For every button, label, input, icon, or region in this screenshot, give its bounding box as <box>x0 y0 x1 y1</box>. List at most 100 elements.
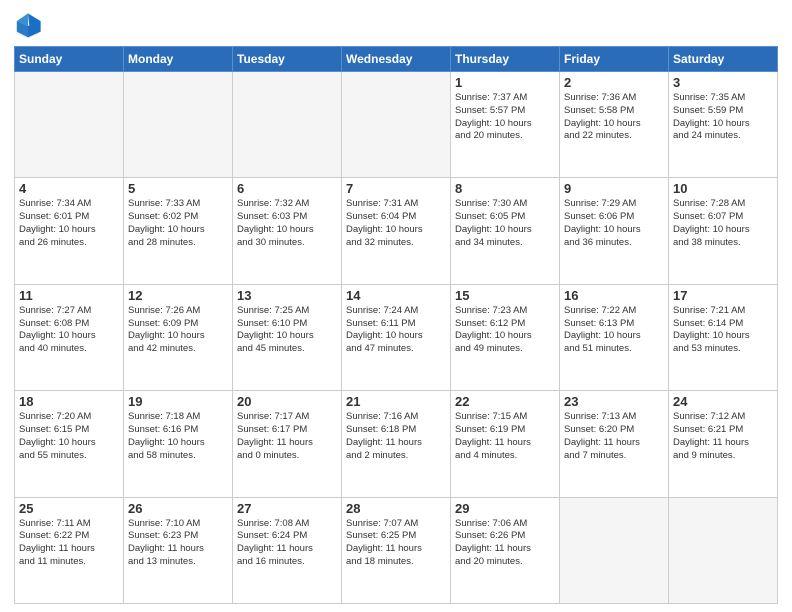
calendar-week-row: 1 Sunrise: 7:37 AM Sunset: 5:57 PM Daylig… <box>15 72 778 178</box>
calendar-cell <box>124 72 233 178</box>
calendar-cell: 9Sunrise: 7:29 AM Sunset: 6:06 PM Daylig… <box>560 178 669 284</box>
day-number: 25 <box>19 501 119 516</box>
calendar-cell: 8Sunrise: 7:30 AM Sunset: 6:05 PM Daylig… <box>451 178 560 284</box>
calendar-cell: 4 Sunrise: 7:34 AM Sunset: 6:01 PM Daylig… <box>15 178 124 284</box>
calendar-table: SundayMondayTuesdayWednesdayThursdayFrid… <box>14 46 778 604</box>
day-info: Sunrise: 7:31 AM Sunset: 6:04 PM Dayligh… <box>346 198 446 249</box>
day-number: 16 <box>564 288 664 303</box>
weekday-header-thursday: Thursday <box>451 47 560 72</box>
day-info: Sunrise: 7:29 AM Sunset: 6:06 PM Dayligh… <box>564 198 664 249</box>
day-number: 20 <box>237 394 337 409</box>
calendar-cell: 23Sunrise: 7:13 AM Sunset: 6:20 PM Dayli… <box>560 391 669 497</box>
calendar-cell: 7 Sunrise: 7:31 AM Sunset: 6:04 PM Daylig… <box>342 178 451 284</box>
day-info: Sunrise: 7:33 AM Sunset: 6:02 PM Dayligh… <box>128 198 228 249</box>
day-info: Sunrise: 7:22 AM Sunset: 6:13 PM Dayligh… <box>564 305 664 356</box>
day-number: 13 <box>237 288 337 303</box>
calendar-cell: 6 Sunrise: 7:32 AM Sunset: 6:03 PM Daylig… <box>233 178 342 284</box>
day-number: 4 <box>19 181 119 196</box>
day-number: 17 <box>673 288 773 303</box>
logo <box>14 12 46 40</box>
calendar-week-row: 25 Sunrise: 7:11 AM Sunset: 6:22 PM Dayli… <box>15 497 778 603</box>
calendar-week-row: 11 Sunrise: 7:27 AM Sunset: 6:08 PM Dayli… <box>15 284 778 390</box>
calendar-cell: 24Sunrise: 7:12 AM Sunset: 6:21 PM Dayli… <box>669 391 778 497</box>
calendar-cell: 19 Sunrise: 7:18 AM Sunset: 6:16 PM Dayli… <box>124 391 233 497</box>
calendar-cell: 20 Sunrise: 7:17 AM Sunset: 6:17 PM Dayli… <box>233 391 342 497</box>
day-number: 7 <box>346 181 446 196</box>
calendar-cell <box>560 497 669 603</box>
day-number: 5 <box>128 181 228 196</box>
day-number: 28 <box>346 501 446 516</box>
calendar-cell: 26 Sunrise: 7:10 AM Sunset: 6:23 PM Dayli… <box>124 497 233 603</box>
weekday-header-row: SundayMondayTuesdayWednesdayThursdayFrid… <box>15 47 778 72</box>
page: SundayMondayTuesdayWednesdayThursdayFrid… <box>0 0 792 612</box>
header <box>14 12 778 40</box>
day-info: Sunrise: 7:11 AM Sunset: 6:22 PM Dayligh… <box>19 518 119 569</box>
day-number: 10 <box>673 181 773 196</box>
weekday-header-monday: Monday <box>124 47 233 72</box>
day-info: Sunrise: 7:18 AM Sunset: 6:16 PM Dayligh… <box>128 411 228 462</box>
calendar-week-row: 4 Sunrise: 7:34 AM Sunset: 6:01 PM Daylig… <box>15 178 778 284</box>
day-number: 22 <box>455 394 555 409</box>
day-number: 18 <box>19 394 119 409</box>
weekday-header-friday: Friday <box>560 47 669 72</box>
day-info: Sunrise: 7:24 AM Sunset: 6:11 PM Dayligh… <box>346 305 446 356</box>
day-number: 29 <box>455 501 555 516</box>
calendar-cell <box>342 72 451 178</box>
day-number: 19 <box>128 394 228 409</box>
calendar-cell: 5 Sunrise: 7:33 AM Sunset: 6:02 PM Daylig… <box>124 178 233 284</box>
day-info: Sunrise: 7:32 AM Sunset: 6:03 PM Dayligh… <box>237 198 337 249</box>
day-info: Sunrise: 7:15 AM Sunset: 6:19 PM Dayligh… <box>455 411 555 462</box>
calendar-cell: 29Sunrise: 7:06 AM Sunset: 6:26 PM Dayli… <box>451 497 560 603</box>
weekday-header-wednesday: Wednesday <box>342 47 451 72</box>
day-number: 6 <box>237 181 337 196</box>
day-number: 1 <box>455 75 555 90</box>
day-info: Sunrise: 7:07 AM Sunset: 6:25 PM Dayligh… <box>346 518 446 569</box>
calendar-cell: 11 Sunrise: 7:27 AM Sunset: 6:08 PM Dayli… <box>15 284 124 390</box>
day-info: Sunrise: 7:35 AM Sunset: 5:59 PM Dayligh… <box>673 92 773 143</box>
day-number: 27 <box>237 501 337 516</box>
weekday-header-tuesday: Tuesday <box>233 47 342 72</box>
calendar-cell: 27 Sunrise: 7:08 AM Sunset: 6:24 PM Dayli… <box>233 497 342 603</box>
day-info: Sunrise: 7:12 AM Sunset: 6:21 PM Dayligh… <box>673 411 773 462</box>
calendar-cell: 17 Sunrise: 7:21 AM Sunset: 6:14 PM Dayli… <box>669 284 778 390</box>
day-info: Sunrise: 7:26 AM Sunset: 6:09 PM Dayligh… <box>128 305 228 356</box>
day-info: Sunrise: 7:37 AM Sunset: 5:57 PM Dayligh… <box>455 92 555 143</box>
day-number: 8 <box>455 181 555 196</box>
day-info: Sunrise: 7:13 AM Sunset: 6:20 PM Dayligh… <box>564 411 664 462</box>
calendar-cell: 22 Sunrise: 7:15 AM Sunset: 6:19 PM Dayli… <box>451 391 560 497</box>
day-number: 11 <box>19 288 119 303</box>
calendar-week-row: 18 Sunrise: 7:20 AM Sunset: 6:15 PM Dayli… <box>15 391 778 497</box>
logo-icon <box>14 12 42 40</box>
day-info: Sunrise: 7:36 AM Sunset: 5:58 PM Dayligh… <box>564 92 664 143</box>
calendar-cell: 15Sunrise: 7:23 AM Sunset: 6:12 PM Dayli… <box>451 284 560 390</box>
day-number: 26 <box>128 501 228 516</box>
day-number: 21 <box>346 394 446 409</box>
day-info: Sunrise: 7:23 AM Sunset: 6:12 PM Dayligh… <box>455 305 555 356</box>
calendar-cell <box>669 497 778 603</box>
calendar-cell: 3 Sunrise: 7:35 AM Sunset: 5:59 PM Daylig… <box>669 72 778 178</box>
calendar-cell: 25 Sunrise: 7:11 AM Sunset: 6:22 PM Dayli… <box>15 497 124 603</box>
calendar-cell: 28 Sunrise: 7:07 AM Sunset: 6:25 PM Dayli… <box>342 497 451 603</box>
day-number: 14 <box>346 288 446 303</box>
day-number: 2 <box>564 75 664 90</box>
day-info: Sunrise: 7:17 AM Sunset: 6:17 PM Dayligh… <box>237 411 337 462</box>
day-number: 3 <box>673 75 773 90</box>
calendar-cell: 16 Sunrise: 7:22 AM Sunset: 6:13 PM Dayli… <box>560 284 669 390</box>
day-info: Sunrise: 7:28 AM Sunset: 6:07 PM Dayligh… <box>673 198 773 249</box>
day-info: Sunrise: 7:08 AM Sunset: 6:24 PM Dayligh… <box>237 518 337 569</box>
day-info: Sunrise: 7:20 AM Sunset: 6:15 PM Dayligh… <box>19 411 119 462</box>
calendar-cell: 13 Sunrise: 7:25 AM Sunset: 6:10 PM Dayli… <box>233 284 342 390</box>
calendar-cell <box>233 72 342 178</box>
day-info: Sunrise: 7:21 AM Sunset: 6:14 PM Dayligh… <box>673 305 773 356</box>
day-info: Sunrise: 7:27 AM Sunset: 6:08 PM Dayligh… <box>19 305 119 356</box>
calendar-cell <box>15 72 124 178</box>
day-info: Sunrise: 7:25 AM Sunset: 6:10 PM Dayligh… <box>237 305 337 356</box>
calendar-cell: 18 Sunrise: 7:20 AM Sunset: 6:15 PM Dayli… <box>15 391 124 497</box>
day-number: 12 <box>128 288 228 303</box>
calendar-cell: 1 Sunrise: 7:37 AM Sunset: 5:57 PM Daylig… <box>451 72 560 178</box>
calendar-cell: 21Sunrise: 7:16 AM Sunset: 6:18 PM Dayli… <box>342 391 451 497</box>
weekday-header-saturday: Saturday <box>669 47 778 72</box>
day-info: Sunrise: 7:34 AM Sunset: 6:01 PM Dayligh… <box>19 198 119 249</box>
day-info: Sunrise: 7:10 AM Sunset: 6:23 PM Dayligh… <box>128 518 228 569</box>
calendar-cell: 12 Sunrise: 7:26 AM Sunset: 6:09 PM Dayli… <box>124 284 233 390</box>
